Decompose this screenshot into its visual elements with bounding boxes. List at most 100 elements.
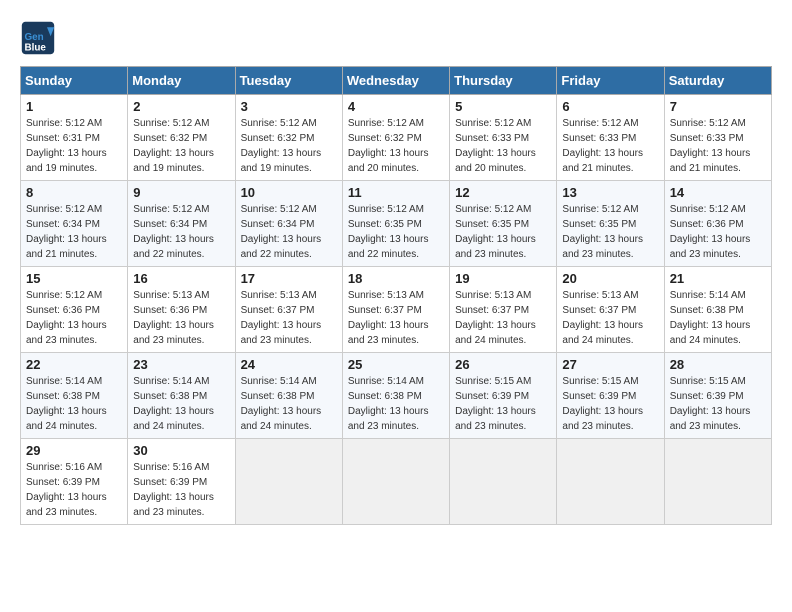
day-number: 16: [133, 271, 229, 286]
day-number: 8: [26, 185, 122, 200]
calendar-cell: 8 Sunrise: 5:12 AMSunset: 6:34 PMDayligh…: [21, 181, 128, 267]
day-info: Sunrise: 5:13 AMSunset: 6:37 PMDaylight:…: [241, 288, 337, 348]
day-number: 25: [348, 357, 444, 372]
day-info: Sunrise: 5:15 AMSunset: 6:39 PMDaylight:…: [670, 374, 766, 434]
day-info: Sunrise: 5:13 AMSunset: 6:37 PMDaylight:…: [562, 288, 658, 348]
day-info: Sunrise: 5:12 AMSunset: 6:32 PMDaylight:…: [348, 116, 444, 176]
calendar-cell: 11 Sunrise: 5:12 AMSunset: 6:35 PMDaylig…: [342, 181, 449, 267]
calendar-cell: 22 Sunrise: 5:14 AMSunset: 6:38 PMDaylig…: [21, 353, 128, 439]
svg-text:Blue: Blue: [25, 43, 47, 54]
day-info: Sunrise: 5:15 AMSunset: 6:39 PMDaylight:…: [455, 374, 551, 434]
day-number: 9: [133, 185, 229, 200]
calendar-cell: 14 Sunrise: 5:12 AMSunset: 6:36 PMDaylig…: [664, 181, 771, 267]
day-info: Sunrise: 5:12 AMSunset: 6:34 PMDaylight:…: [241, 202, 337, 262]
day-number: 24: [241, 357, 337, 372]
calendar-cell: 26 Sunrise: 5:15 AMSunset: 6:39 PMDaylig…: [450, 353, 557, 439]
calendar-cell: 3 Sunrise: 5:12 AMSunset: 6:32 PMDayligh…: [235, 95, 342, 181]
day-info: Sunrise: 5:12 AMSunset: 6:34 PMDaylight:…: [133, 202, 229, 262]
logo: Gen Blue: [20, 20, 60, 56]
day-number: 20: [562, 271, 658, 286]
calendar-cell: [450, 439, 557, 525]
day-info: Sunrise: 5:14 AMSunset: 6:38 PMDaylight:…: [133, 374, 229, 434]
day-number: 2: [133, 99, 229, 114]
calendar-cell: 10 Sunrise: 5:12 AMSunset: 6:34 PMDaylig…: [235, 181, 342, 267]
calendar-cell: 2 Sunrise: 5:12 AMSunset: 6:32 PMDayligh…: [128, 95, 235, 181]
day-number: 17: [241, 271, 337, 286]
calendar-cell: [342, 439, 449, 525]
calendar-cell: 28 Sunrise: 5:15 AMSunset: 6:39 PMDaylig…: [664, 353, 771, 439]
day-number: 15: [26, 271, 122, 286]
calendar-cell: 6 Sunrise: 5:12 AMSunset: 6:33 PMDayligh…: [557, 95, 664, 181]
day-info: Sunrise: 5:15 AMSunset: 6:39 PMDaylight:…: [562, 374, 658, 434]
calendar-week-row: 15 Sunrise: 5:12 AMSunset: 6:36 PMDaylig…: [21, 267, 772, 353]
calendar-cell: 7 Sunrise: 5:12 AMSunset: 6:33 PMDayligh…: [664, 95, 771, 181]
day-number: 1: [26, 99, 122, 114]
day-info: Sunrise: 5:14 AMSunset: 6:38 PMDaylight:…: [348, 374, 444, 434]
calendar-cell: 30 Sunrise: 5:16 AMSunset: 6:39 PMDaylig…: [128, 439, 235, 525]
calendar-cell: 24 Sunrise: 5:14 AMSunset: 6:38 PMDaylig…: [235, 353, 342, 439]
calendar-cell: 29 Sunrise: 5:16 AMSunset: 6:39 PMDaylig…: [21, 439, 128, 525]
calendar-cell: 19 Sunrise: 5:13 AMSunset: 6:37 PMDaylig…: [450, 267, 557, 353]
calendar-week-row: 29 Sunrise: 5:16 AMSunset: 6:39 PMDaylig…: [21, 439, 772, 525]
header: Gen Blue: [20, 20, 772, 56]
calendar-cell: 5 Sunrise: 5:12 AMSunset: 6:33 PMDayligh…: [450, 95, 557, 181]
calendar-cell: 15 Sunrise: 5:12 AMSunset: 6:36 PMDaylig…: [21, 267, 128, 353]
calendar-cell: 1 Sunrise: 5:12 AMSunset: 6:31 PMDayligh…: [21, 95, 128, 181]
calendar-header-row: SundayMondayTuesdayWednesdayThursdayFrid…: [21, 67, 772, 95]
calendar-week-row: 22 Sunrise: 5:14 AMSunset: 6:38 PMDaylig…: [21, 353, 772, 439]
day-number: 28: [670, 357, 766, 372]
day-info: Sunrise: 5:14 AMSunset: 6:38 PMDaylight:…: [241, 374, 337, 434]
day-number: 27: [562, 357, 658, 372]
day-info: Sunrise: 5:12 AMSunset: 6:36 PMDaylight:…: [670, 202, 766, 262]
day-info: Sunrise: 5:12 AMSunset: 6:31 PMDaylight:…: [26, 116, 122, 176]
calendar-cell: 23 Sunrise: 5:14 AMSunset: 6:38 PMDaylig…: [128, 353, 235, 439]
day-header-saturday: Saturday: [664, 67, 771, 95]
day-info: Sunrise: 5:12 AMSunset: 6:36 PMDaylight:…: [26, 288, 122, 348]
day-number: 22: [26, 357, 122, 372]
day-number: 6: [562, 99, 658, 114]
svg-text:Gen: Gen: [25, 32, 44, 43]
day-info: Sunrise: 5:13 AMSunset: 6:37 PMDaylight:…: [455, 288, 551, 348]
logo-icon: Gen Blue: [20, 20, 56, 56]
calendar-cell: 17 Sunrise: 5:13 AMSunset: 6:37 PMDaylig…: [235, 267, 342, 353]
day-info: Sunrise: 5:16 AMSunset: 6:39 PMDaylight:…: [26, 460, 122, 520]
calendar-cell: [235, 439, 342, 525]
calendar-week-row: 8 Sunrise: 5:12 AMSunset: 6:34 PMDayligh…: [21, 181, 772, 267]
day-number: 30: [133, 443, 229, 458]
day-header-wednesday: Wednesday: [342, 67, 449, 95]
day-info: Sunrise: 5:12 AMSunset: 6:32 PMDaylight:…: [241, 116, 337, 176]
calendar-cell: 18 Sunrise: 5:13 AMSunset: 6:37 PMDaylig…: [342, 267, 449, 353]
day-number: 21: [670, 271, 766, 286]
day-number: 14: [670, 185, 766, 200]
day-number: 26: [455, 357, 551, 372]
day-header-sunday: Sunday: [21, 67, 128, 95]
day-info: Sunrise: 5:12 AMSunset: 6:33 PMDaylight:…: [670, 116, 766, 176]
calendar-table: SundayMondayTuesdayWednesdayThursdayFrid…: [20, 66, 772, 525]
calendar-week-row: 1 Sunrise: 5:12 AMSunset: 6:31 PMDayligh…: [21, 95, 772, 181]
day-number: 5: [455, 99, 551, 114]
day-header-monday: Monday: [128, 67, 235, 95]
calendar-cell: 4 Sunrise: 5:12 AMSunset: 6:32 PMDayligh…: [342, 95, 449, 181]
day-number: 11: [348, 185, 444, 200]
calendar-cell: 21 Sunrise: 5:14 AMSunset: 6:38 PMDaylig…: [664, 267, 771, 353]
calendar-cell: [664, 439, 771, 525]
day-info: Sunrise: 5:12 AMSunset: 6:35 PMDaylight:…: [455, 202, 551, 262]
day-info: Sunrise: 5:13 AMSunset: 6:36 PMDaylight:…: [133, 288, 229, 348]
day-number: 18: [348, 271, 444, 286]
day-info: Sunrise: 5:12 AMSunset: 6:34 PMDaylight:…: [26, 202, 122, 262]
day-info: Sunrise: 5:16 AMSunset: 6:39 PMDaylight:…: [133, 460, 229, 520]
day-header-friday: Friday: [557, 67, 664, 95]
calendar-cell: 20 Sunrise: 5:13 AMSunset: 6:37 PMDaylig…: [557, 267, 664, 353]
day-number: 29: [26, 443, 122, 458]
day-info: Sunrise: 5:12 AMSunset: 6:33 PMDaylight:…: [455, 116, 551, 176]
calendar-cell: 13 Sunrise: 5:12 AMSunset: 6:35 PMDaylig…: [557, 181, 664, 267]
day-info: Sunrise: 5:14 AMSunset: 6:38 PMDaylight:…: [26, 374, 122, 434]
day-info: Sunrise: 5:14 AMSunset: 6:38 PMDaylight:…: [670, 288, 766, 348]
calendar-cell: [557, 439, 664, 525]
day-number: 4: [348, 99, 444, 114]
day-info: Sunrise: 5:12 AMSunset: 6:32 PMDaylight:…: [133, 116, 229, 176]
day-header-thursday: Thursday: [450, 67, 557, 95]
day-number: 23: [133, 357, 229, 372]
day-info: Sunrise: 5:12 AMSunset: 6:33 PMDaylight:…: [562, 116, 658, 176]
calendar-cell: 9 Sunrise: 5:12 AMSunset: 6:34 PMDayligh…: [128, 181, 235, 267]
